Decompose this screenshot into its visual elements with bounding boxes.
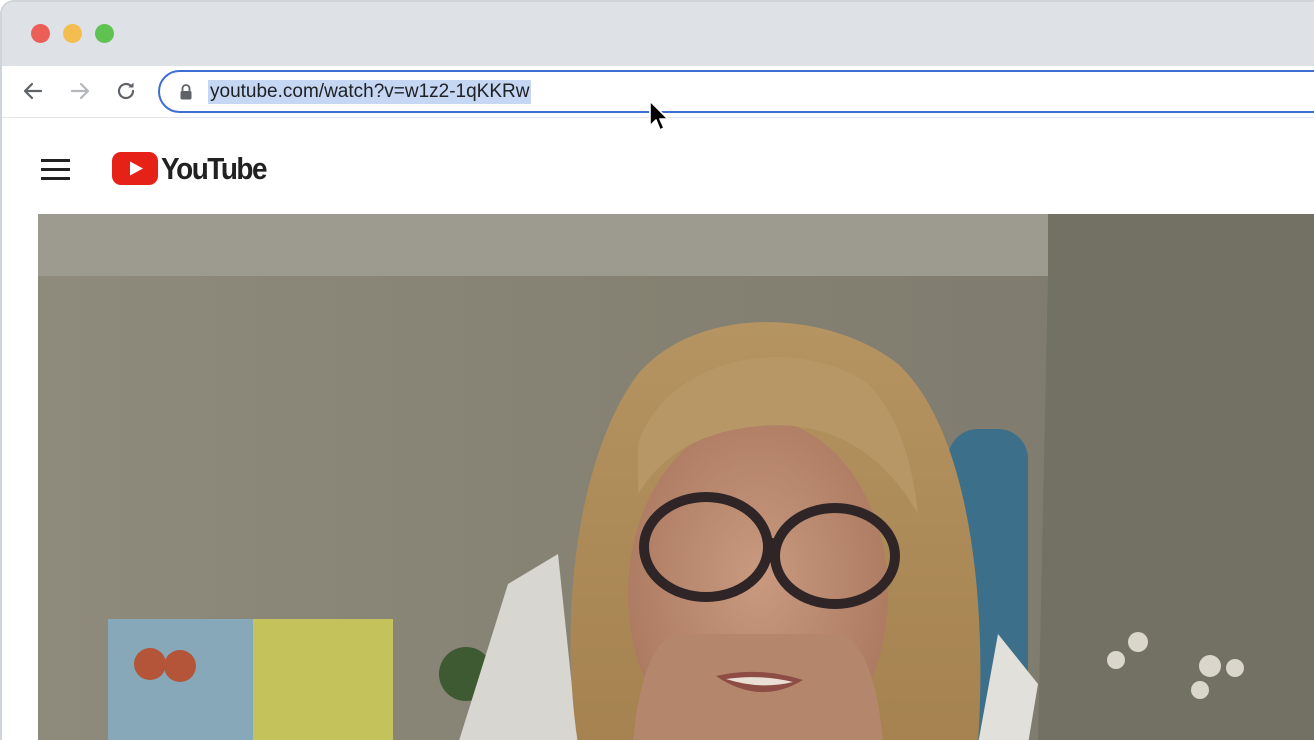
reload-icon [117, 82, 135, 100]
hamburger-menu-icon[interactable] [40, 157, 72, 181]
address-bar[interactable]: youtube.com/watch?v=w1z2-1qKKRw [158, 70, 1314, 113]
video-frame [38, 214, 1314, 740]
close-window-button[interactable] [31, 24, 50, 43]
forward-arrow-icon [70, 82, 90, 100]
back-arrow-icon [23, 82, 43, 100]
youtube-logo[interactable]: YouTube [112, 151, 268, 186]
mouse-cursor-icon [649, 100, 669, 131]
youtube-wordmark: YouTube [161, 151, 268, 186]
reload-button[interactable] [113, 78, 139, 104]
video-player[interactable] [38, 214, 1314, 740]
browser-window: youtube.com/watch?v=w1z2-1qKKRw YouTube [0, 0, 1314, 740]
forward-button[interactable] [67, 78, 93, 104]
youtube-play-icon [112, 152, 158, 185]
url-text[interactable]: youtube.com/watch?v=w1z2-1qKKRw [208, 80, 532, 104]
lock-icon [180, 84, 192, 100]
title-bar [2, 2, 1314, 66]
maximize-window-button[interactable] [95, 24, 114, 43]
minimize-window-button[interactable] [63, 24, 82, 43]
back-button[interactable] [20, 78, 46, 104]
